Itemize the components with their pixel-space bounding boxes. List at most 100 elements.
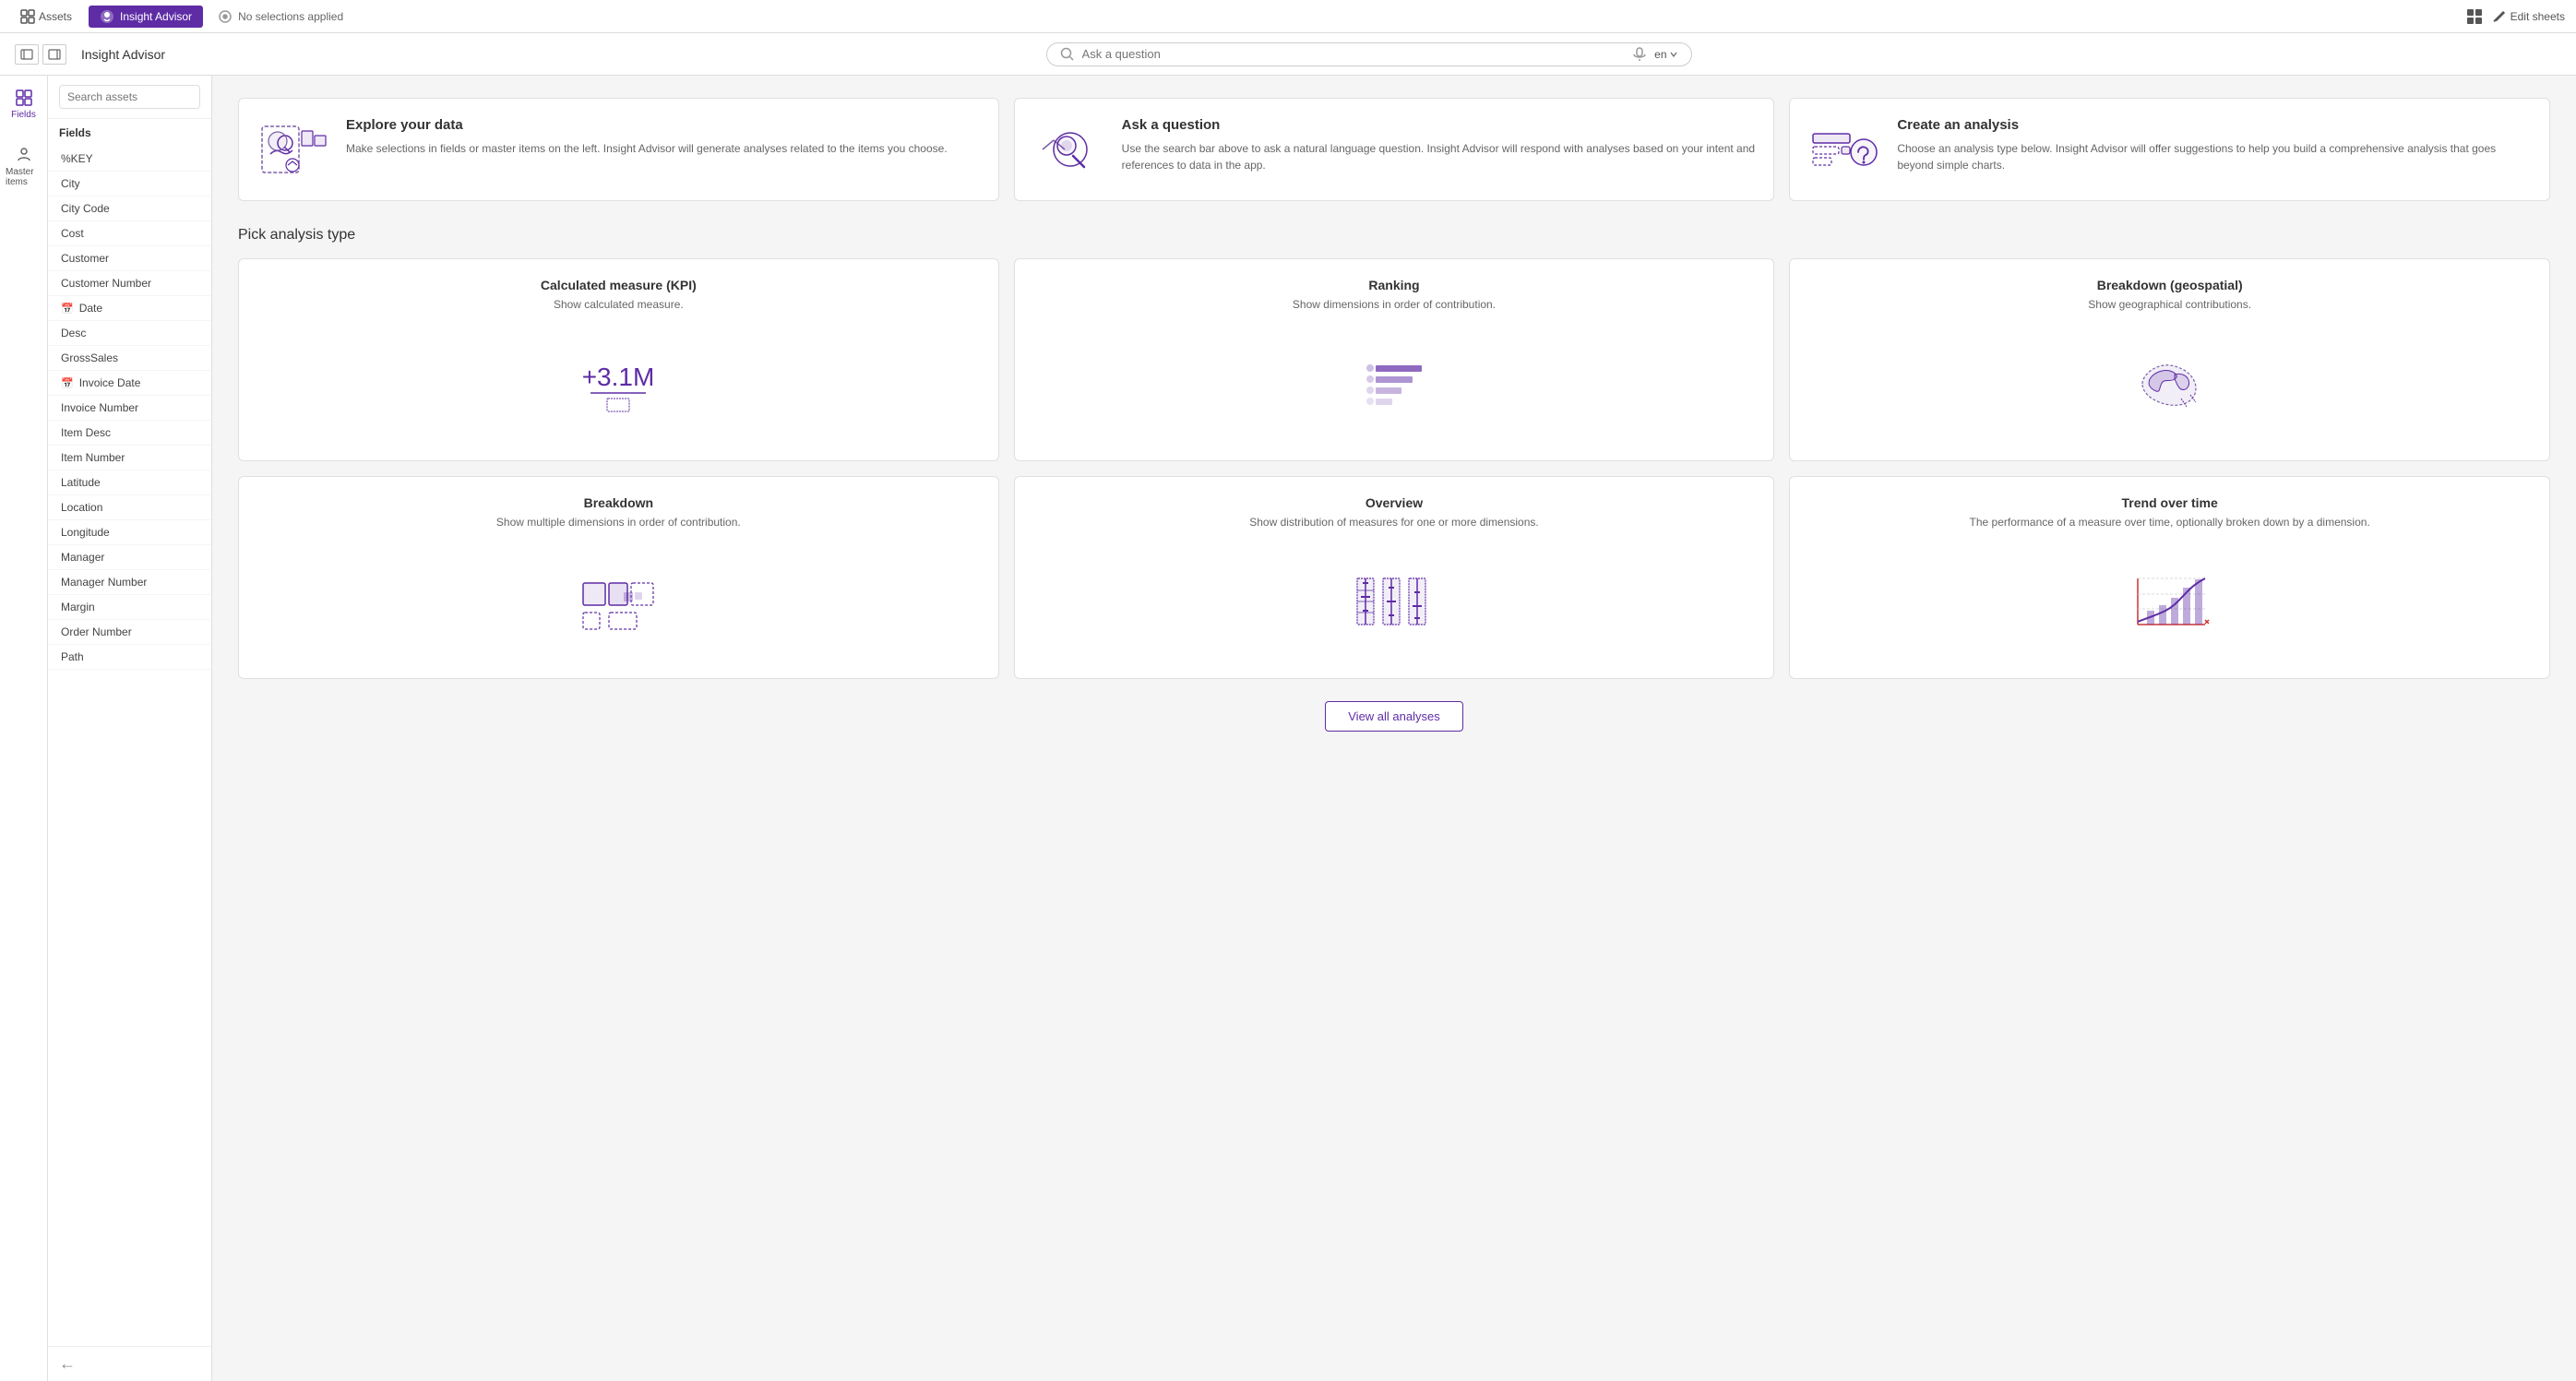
analysis-title-trend: Trend over time: [2122, 495, 2218, 510]
sidebar-field-item[interactable]: Invoice Number: [48, 396, 211, 421]
sidebar-field-item[interactable]: GrossSales: [48, 346, 211, 371]
explore-illustration: [257, 117, 331, 182]
field-label: Item Number: [61, 451, 125, 464]
sidebar-field-item[interactable]: 📅 Invoice Date: [48, 371, 211, 396]
calendar-icon: 📅: [61, 377, 74, 389]
edit-sheets-button[interactable]: Edit sheets: [2492, 9, 2565, 24]
analysis-illustration-ranking: [1033, 326, 1756, 442]
sidebar-field-item[interactable]: Order Number: [48, 620, 211, 645]
analysis-desc-geospatial: Show geographical contributions.: [2088, 298, 2251, 311]
sidebar-field-item[interactable]: Location: [48, 495, 211, 520]
analysis-title-kpi: Calculated measure (KPI): [541, 278, 697, 292]
sidebar-field-item[interactable]: 📅Date: [48, 296, 211, 321]
sidebar-footer: ←: [48, 1346, 211, 1381]
sidebar-field-item[interactable]: Customer: [48, 246, 211, 271]
sidebar-field-item[interactable]: Path: [48, 645, 211, 670]
sidebar-master-items-icon-item[interactable]: Master items: [0, 140, 47, 193]
create-illustration: [1808, 117, 1882, 182]
language-selector[interactable]: en: [1654, 48, 1677, 61]
analysis-grid: Calculated measure (KPI) Show calculated…: [238, 258, 2550, 679]
create-card-description: Choose an analysis type below. Insight A…: [1897, 140, 2531, 173]
analysis-illustration-overview: [1033, 543, 1756, 660]
field-label: Invoice Date: [79, 376, 141, 389]
sidebar-field-item[interactable]: City: [48, 172, 211, 196]
analysis-illustration-breakdown: [257, 543, 980, 660]
analysis-card-breakdown[interactable]: Breakdown Show multiple dimensions in or…: [238, 476, 999, 679]
field-label: Item Desc: [61, 426, 111, 439]
field-label: Order Number: [61, 625, 132, 638]
create-card-icon: [1808, 117, 1882, 182]
second-bar: Insight Advisor en: [0, 33, 2576, 76]
analysis-desc-trend: The performance of a measure over time, …: [1970, 516, 2370, 529]
sidebar-field-item[interactable]: Manager: [48, 545, 211, 570]
master-items-icon: [15, 146, 33, 164]
create-card-text: Create an analysis Choose an analysis ty…: [1897, 117, 2531, 173]
collapse-sidebar-button[interactable]: ←: [59, 1354, 76, 1374]
sidebar-field-item[interactable]: %KEY: [48, 147, 211, 172]
insight-label: Insight Advisor: [120, 10, 192, 23]
analysis-desc-breakdown: Show multiple dimensions in order of con…: [496, 516, 741, 529]
sidebar-field-item[interactable]: Longitude: [48, 520, 211, 545]
explore-card-title: Explore your data: [346, 117, 948, 133]
sidebar-search-area: [48, 76, 211, 119]
fields-list: %KEY City City CodeCostCustomer Customer Nu…: [48, 147, 211, 1346]
sidebar-icon-column: Fields Master items: [0, 76, 48, 1381]
analysis-card-kpi[interactable]: Calculated measure (KPI) Show calculated…: [238, 258, 999, 461]
sidebar-search-input[interactable]: [59, 85, 200, 109]
analysis-card-trend[interactable]: Trend over time The performance of a mea…: [1789, 476, 2550, 679]
view-all-analyses-button[interactable]: View all analyses: [1325, 701, 1462, 732]
analysis-title-breakdown: Breakdown: [584, 495, 653, 510]
fields-icon-label: Fields: [11, 110, 36, 120]
sidebar-field-item[interactable]: Desc: [48, 321, 211, 346]
field-label: GrossSales: [61, 351, 118, 364]
grid-view-button[interactable]: [2466, 8, 2483, 25]
sidebar-field-item[interactable]: Item Desc: [48, 421, 211, 446]
assets-icon: [20, 9, 35, 24]
sidebar-field-item[interactable]: Customer Number: [48, 271, 211, 296]
edit-icon: [2492, 9, 2507, 24]
insight-icon: [100, 9, 114, 24]
sidebar-field-item[interactable]: Manager Number: [48, 570, 211, 595]
field-label: Customer Number: [61, 277, 151, 290]
insight-advisor-nav[interactable]: Insight Advisor: [89, 6, 203, 28]
view-all-container: View all analyses: [238, 701, 2550, 732]
analysis-illustration-trend: [1808, 543, 2531, 660]
analysis-card-ranking[interactable]: Ranking Show dimensions in order of cont…: [1014, 258, 1775, 461]
sidebar-field-item[interactable]: Margin: [48, 595, 211, 620]
ask-card-icon: [1033, 117, 1107, 182]
analysis-illustration-geospatial: [1808, 326, 2531, 442]
panel-toggle: [15, 44, 66, 65]
master-items-icon-label: Master items: [6, 167, 42, 187]
sidebar-fields-icon-item[interactable]: Fields: [6, 83, 42, 125]
search-bar: en: [1046, 42, 1692, 66]
explore-card-text: Explore your data Make selections in fie…: [346, 117, 948, 157]
ask-card-title: Ask a question: [1122, 117, 1756, 133]
right-panel-toggle[interactable]: [42, 44, 66, 65]
search-icon: [1060, 47, 1075, 62]
field-label: Manager: [61, 551, 104, 564]
sidebar-field-item[interactable]: Item Number: [48, 446, 211, 470]
ask-question-input[interactable]: [1082, 47, 1626, 61]
intro-card-create: Create an analysis Choose an analysis ty…: [1789, 98, 2550, 201]
main-layout: Fields Master items Fields %KEY City City …: [0, 76, 2576, 1381]
field-label: Desc: [61, 327, 86, 339]
field-label: Invoice Number: [61, 401, 138, 414]
field-label: %KEY: [61, 152, 93, 165]
analysis-illustration-kpi: +3.1M: [257, 326, 980, 442]
sidebar-field-item[interactable]: City Code: [48, 196, 211, 221]
lock-icon: [218, 9, 233, 24]
microphone-icon[interactable]: [1632, 47, 1647, 62]
analysis-card-geospatial[interactable]: Breakdown (geospatial) Show geographical…: [1789, 258, 2550, 461]
sidebar-field-item[interactable]: Cost: [48, 221, 211, 246]
analysis-desc-ranking: Show dimensions in order of contribution…: [1293, 298, 1496, 311]
assets-nav-item[interactable]: Assets: [11, 6, 81, 28]
fields-icon: [15, 89, 33, 107]
analysis-card-overview[interactable]: Overview Show distribution of measures f…: [1014, 476, 1775, 679]
left-panel-toggle[interactable]: [15, 44, 39, 65]
field-label: City: [61, 177, 80, 190]
selections-label: No selections applied: [238, 10, 343, 23]
svg-text:+3.1M: +3.1M: [582, 363, 655, 391]
pick-analysis-title: Pick analysis type: [238, 227, 2550, 244]
sidebar-field-item[interactable]: Latitude: [48, 470, 211, 495]
top-navigation: Assets Insight Advisor No selections app…: [0, 0, 2576, 33]
